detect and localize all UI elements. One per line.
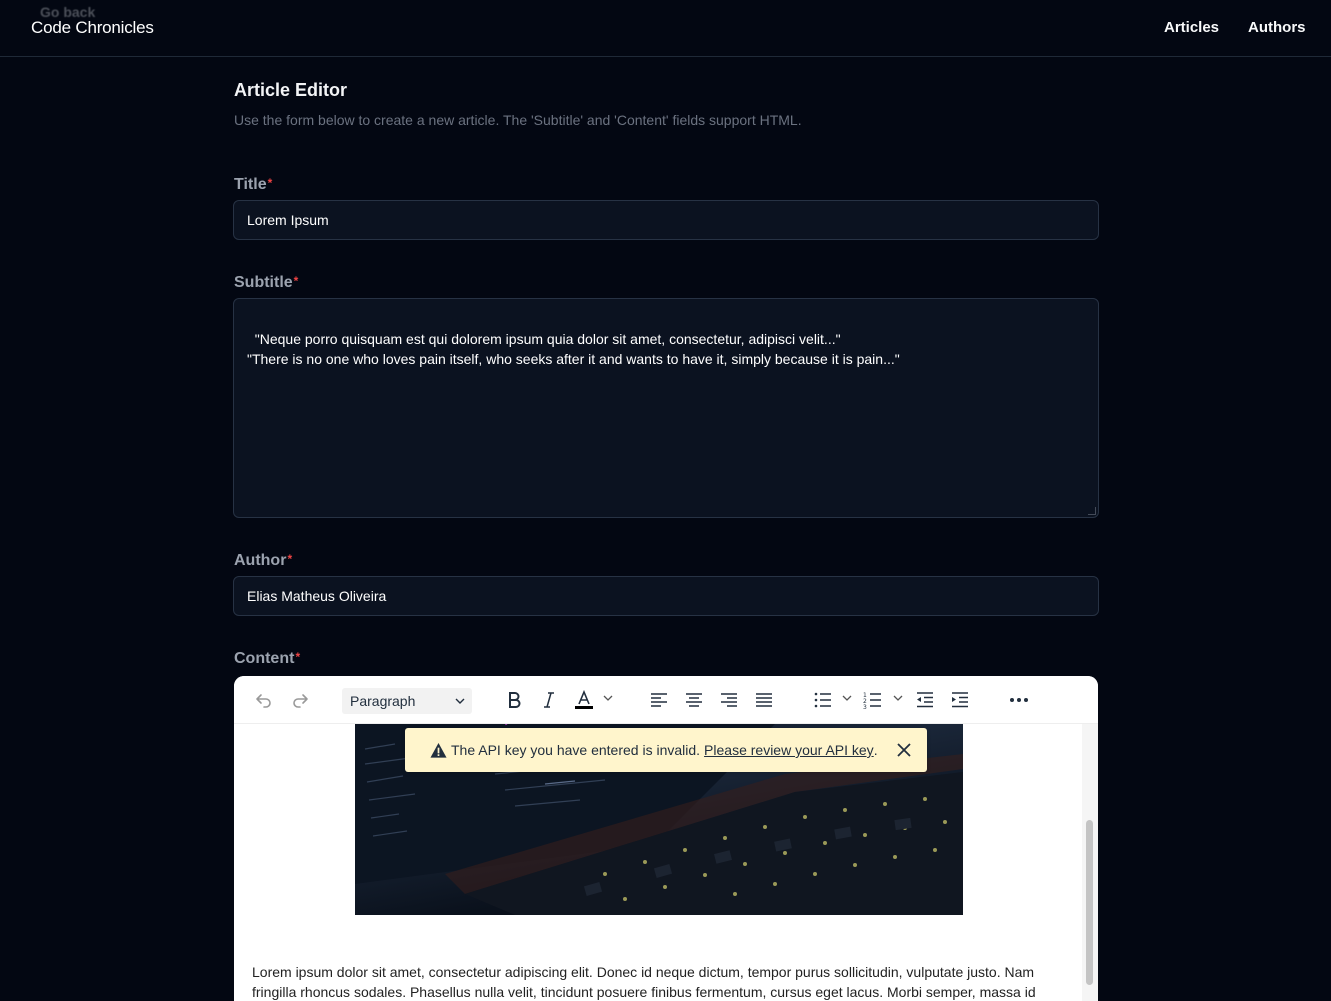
warning-message: The API key you have entered is invalid. — [451, 742, 701, 758]
chevron-down-icon[interactable] — [841, 692, 853, 704]
author-label-text: Author — [234, 552, 287, 569]
required-marker: * — [287, 552, 293, 566]
subtitle-label-text: Subtitle — [234, 274, 293, 291]
block-format-select[interactable]: Paragraph — [342, 688, 472, 714]
content-paragraph: Lorem ipsum dolor sit amet, consectetur … — [252, 964, 1036, 1000]
api-key-warning: The API key you have entered is invalid.… — [405, 728, 927, 772]
undo-icon[interactable] — [252, 688, 276, 712]
nav-authors[interactable]: Authors — [1248, 19, 1306, 36]
review-api-key-link[interactable]: Please review your API key — [704, 742, 874, 758]
editor-scrollbar[interactable] — [1082, 724, 1098, 1001]
content-label-text: Content — [234, 650, 295, 667]
indent-icon[interactable] — [948, 688, 972, 712]
top-nav: Go back Code Chronicles Articles Authors — [0, 0, 1331, 57]
more-icon[interactable] — [1007, 688, 1031, 712]
author-input[interactable] — [233, 576, 1099, 616]
bullet-list-icon[interactable] — [811, 688, 835, 712]
justify-icon[interactable] — [752, 688, 776, 712]
brand-logo[interactable]: Code Chronicles — [31, 18, 154, 38]
bold-icon[interactable] — [502, 688, 526, 712]
content-editor: Paragraph 123 Lorem ipsum dolor sit amet… — [234, 676, 1098, 1001]
page-title: Article Editor — [234, 80, 348, 100]
subtitle-textarea[interactable]: "Neque porro quisquam est qui dolorem ip… — [233, 298, 1099, 518]
page-description: Use the form below to create a new artic… — [234, 112, 802, 128]
author-label: Author* — [234, 552, 292, 570]
align-right-icon[interactable] — [717, 688, 741, 712]
warning-icon — [430, 742, 447, 758]
warning-end: . — [873, 742, 878, 758]
outdent-icon[interactable] — [913, 688, 937, 712]
numbered-list-icon[interactable]: 123 — [861, 688, 885, 712]
subtitle-text: "Neque porro quisquam est qui dolorem ip… — [247, 331, 900, 367]
scrollbar-thumb[interactable] — [1086, 820, 1093, 985]
chevron-down-icon[interactable] — [602, 692, 614, 704]
content-label: Content* — [234, 650, 300, 668]
chevron-down-icon[interactable] — [892, 692, 904, 704]
block-format-value: Paragraph — [350, 693, 416, 709]
required-marker: * — [295, 650, 301, 664]
align-center-icon[interactable] — [682, 688, 706, 712]
align-left-icon[interactable] — [647, 688, 671, 712]
nav-articles[interactable]: Articles — [1164, 19, 1219, 36]
subtitle-label: Subtitle* — [234, 274, 298, 292]
chevron-down-icon — [455, 698, 465, 704]
title-input[interactable] — [233, 200, 1099, 240]
title-label: Title* — [234, 176, 272, 194]
redo-icon[interactable] — [288, 688, 312, 712]
required-marker: * — [267, 176, 273, 190]
close-icon[interactable] — [895, 741, 913, 759]
resize-handle[interactable] — [1088, 507, 1096, 515]
text-color-icon[interactable] — [572, 688, 596, 712]
svg-text:3: 3 — [863, 704, 867, 710]
italic-icon[interactable] — [537, 688, 561, 712]
editor-toolbar: Paragraph 123 — [234, 676, 1098, 724]
required-marker: * — [293, 274, 299, 288]
title-label-text: Title — [234, 176, 267, 193]
